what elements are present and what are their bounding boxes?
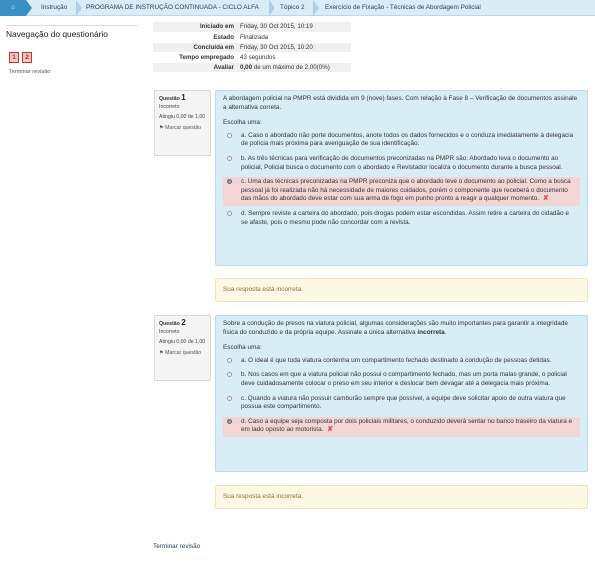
answer-option-d[interactable]: d. Sempre reviste a carteira do abordado… [223, 209, 580, 229]
radio-button[interactable] [227, 155, 232, 161]
answer-option-text: d. Caso a equipe seja composta por dois … [241, 417, 573, 434]
flag-question-label: Marcar questão [165, 125, 202, 131]
cross-icon: ✘ [327, 426, 334, 434]
breadcrumb-item-programa[interactable]: PROGRAMA DE INSTRUÇÃO CONTINUADA - CICLO… [86, 0, 259, 16]
question-status: Incorreto [159, 329, 180, 335]
answer-option-a[interactable]: a. Caso o abordado não porte documentos,… [223, 131, 580, 151]
question-grade: Atingiu 0,00 de 1,00 [159, 339, 206, 345]
breadcrumb-separator [269, 0, 275, 16]
question-text: A abordagem policial na PMPR está dividi… [223, 95, 578, 111]
breadcrumb-item-instrucao[interactable]: Instrução [41, 0, 67, 16]
question-number: 2 [181, 318, 186, 327]
summary-row: Concluída em Friday, 30 Oct 2015, 10:20 [153, 42, 351, 53]
breadcrumb-item-topico[interactable]: Tópico 2 [280, 0, 305, 16]
answer-option-b[interactable]: b. As três técnicas para verificação de … [223, 154, 580, 174]
question-content-1: A abordagem policial na PMPR está dividi… [215, 90, 588, 266]
breadcrumb-separator [76, 0, 82, 16]
answer-option-text: a. Caso o abordado não porte documentos,… [241, 131, 574, 148]
breadcrumb: ⌂ Instrução PROGRAMA DE INSTRUÇÃO CONTIN… [0, 0, 595, 16]
flag-icon: ⚑ [159, 350, 164, 356]
question-info-2: Questão 2 Incorreto Atingiu 0,00 de 1,00… [154, 315, 211, 381]
question-text-part: Sobre a condução de presos na viatura po… [223, 320, 568, 336]
summary-row: Tempo empregado 43 segundos [153, 52, 351, 63]
question-content-2: Sobre a condução de presos na viatura po… [215, 315, 588, 472]
quiz-nav-button-1[interactable]: 1 [9, 52, 19, 63]
question-label: Questão [159, 96, 180, 102]
summary-label: Estado [153, 32, 237, 43]
answer-option-text: a. O ideal é que toda viatura contenha u… [241, 356, 552, 364]
finish-review-link[interactable]: Terminar revisão [153, 543, 200, 550]
flag-question-label: Marcar questão [165, 350, 202, 356]
radio-button[interactable] [227, 372, 232, 378]
cross-icon: ✘ [542, 195, 549, 203]
radio-button[interactable] [227, 418, 232, 424]
grade-max: de um máximo de 2,00(0%) [252, 63, 330, 71]
answer-option-d[interactable]: d. Caso a equipe seja composta por dois … [223, 416, 580, 437]
answer-option-text: c. Quando a viatura não possuir camburão… [241, 394, 566, 411]
answer-option-text: c. Uma das técnicas preconizadas na PMPR… [241, 178, 571, 203]
radio-button[interactable] [227, 210, 232, 216]
answer-option-a[interactable]: a. O ideal é que toda viatura contenha u… [223, 356, 580, 368]
quiz-navigation-buttons: 1 2 [6, 52, 138, 64]
quiz-navigation-block: Navegação do questionário 1 2 [6, 25, 138, 64]
answer-option-c[interactable]: c. Quando a viatura não possuir camburão… [223, 394, 580, 414]
flag-question-button[interactable]: ⚑ Marcar questão [159, 349, 206, 357]
answer-option-c[interactable]: c. Uma das técnicas preconizadas na PMPR… [223, 177, 580, 206]
summary-row: Iniciado em Friday, 30 Oct 2015, 10:19 [153, 22, 351, 33]
answer-option-b[interactable]: b. Nos casos em que a viatura policial n… [223, 370, 580, 390]
question-number: 1 [181, 93, 186, 102]
radio-button[interactable] [227, 395, 232, 401]
feedback-2: Sua resposta está incorreta. [215, 485, 588, 509]
attempt-summary-table: Iniciado em Friday, 30 Oct 2015, 10:19 E… [153, 22, 351, 73]
answer-option-text: d. Sempre reviste a carteira do abordado… [241, 209, 569, 226]
summary-row: Estado Finalizada [153, 32, 351, 43]
finish-review-link-sidebar[interactable]: Terminar revisão [9, 69, 50, 75]
home-icon: ⌂ [11, 4, 15, 11]
choice-prompt: Escolha uma: [223, 344, 262, 352]
summary-label: Tempo empregado [153, 52, 237, 63]
summary-label: Avaliar [153, 62, 237, 73]
summary-label: Concluída em [153, 42, 237, 53]
feedback-1: Sua resposta está incorreta. [215, 278, 588, 302]
question-text: Sobre a condução de presos na viatura po… [223, 320, 580, 337]
question-label: Questão [159, 321, 180, 327]
answer-option-text: b. Nos casos em que a viatura policial n… [241, 371, 567, 387]
summary-value: Friday, 30 Oct 2015, 10:20 [237, 42, 351, 53]
breadcrumb-separator [313, 0, 319, 16]
flag-icon: ⚑ [159, 125, 164, 131]
quiz-navigation-title: Navegação do questionário [6, 29, 108, 39]
radio-button[interactable] [227, 132, 232, 138]
question-info-1: Questão 1 Incorreto Atingiu 0,00 de 1,00… [154, 90, 211, 156]
summary-value: Friday, 30 Oct 2015, 10:19 [237, 22, 351, 33]
question-status: Incorreto [159, 104, 180, 110]
summary-value: 43 segundos [237, 52, 351, 63]
grade-value: 0,00 [240, 63, 253, 71]
summary-value: Finalizada [237, 32, 351, 43]
summary-row: Avaliar 0,00 de um máximo de 2,00(0%) [153, 62, 351, 73]
question-grade: Atingiu 0,00 de 1,00 [159, 114, 206, 120]
quiz-nav-button-2[interactable]: 2 [22, 52, 32, 63]
flag-question-button[interactable]: ⚑ Marcar questão [159, 124, 206, 132]
answer-option-text: b. As três técnicas para verificação de … [241, 154, 563, 171]
home-link[interactable]: ⌂ [0, 0, 26, 16]
summary-value: 0,00 de um máximo de 2,00(0%) [237, 62, 351, 73]
breadcrumb-separator [26, 0, 32, 16]
question-text-end: . [444, 328, 447, 336]
choice-prompt: Escolha uma: [223, 119, 262, 127]
question-text-emphasis: incorreta [417, 328, 445, 336]
radio-button[interactable] [227, 357, 232, 363]
radio-button[interactable] [227, 179, 232, 185]
summary-label: Iniciado em [153, 22, 237, 33]
breadcrumb-item-exercicio[interactable]: Exercício de Fixação - Técnicas de Abord… [325, 0, 481, 16]
